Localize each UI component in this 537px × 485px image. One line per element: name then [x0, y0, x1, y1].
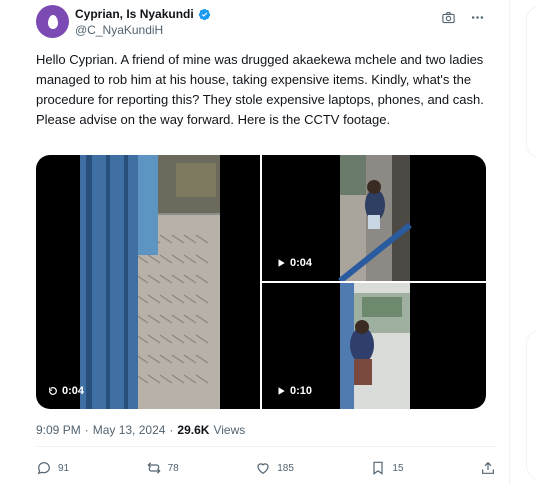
verified-badge-icon [198, 8, 210, 20]
video-2-duration-badge: 0:04 [276, 257, 312, 269]
views-count: 29.6K [177, 423, 210, 437]
heart-icon [257, 463, 269, 475]
play-icon [278, 387, 285, 395]
meta-separator: · [84, 423, 89, 437]
video-1-thumbnail [80, 155, 220, 409]
action-bar: 91 78 185 15 [36, 460, 496, 476]
rail-card-bottom [526, 330, 537, 480]
divider [36, 446, 496, 447]
video-3-duration-badge: 0:10 [276, 385, 312, 397]
avatar-drop-icon [47, 14, 58, 29]
tweet-card: Cyprian, Is Nyakundi @C_NyaKundiH Hello … [0, 0, 510, 485]
author-name-row: Cyprian, Is Nyakundi [75, 7, 211, 21]
tweet-date[interactable]: May 13, 2024 [93, 423, 166, 437]
author-display-name[interactable]: Cyprian, Is Nyakundi [75, 7, 194, 21]
views-label: Views [213, 423, 246, 437]
meta-separator-2: · [169, 423, 174, 437]
header-actions [441, 10, 485, 25]
like-button[interactable]: 185 [255, 460, 294, 476]
video-2-duration: 0:04 [290, 257, 313, 269]
reply-count: 91 [58, 462, 70, 474]
tweet-meta: 9:09 PM · May 13, 2024 · 29.6K Views [36, 423, 245, 437]
more-options-icon[interactable] [470, 10, 485, 25]
repost-button[interactable]: 78 [146, 460, 179, 476]
avatar[interactable] [36, 5, 69, 38]
right-rail [520, 0, 537, 485]
video-3-duration: 0:10 [290, 385, 313, 397]
play-icon [278, 259, 285, 267]
repost-count: 78 [167, 462, 179, 474]
bookmark-count: 15 [392, 462, 404, 474]
tweet-text: Hello Cyprian. A friend of mine was drug… [36, 52, 484, 127]
share-button[interactable] [480, 460, 496, 476]
replay-icon [49, 387, 57, 395]
like-count: 185 [277, 462, 294, 474]
share-icon [482, 461, 494, 474]
camera-icon[interactable] [441, 10, 456, 25]
reply-icon [37, 462, 50, 475]
video-1[interactable]: 0:04 [36, 155, 260, 409]
reply-button[interactable]: 91 [36, 460, 69, 476]
repost-icon [147, 462, 161, 474]
video-1-duration-badge: 0:04 [48, 385, 84, 397]
video-2[interactable]: 0:04 [262, 155, 486, 284]
video-1-duration: 0:04 [62, 385, 85, 397]
bookmark-button[interactable]: 15 [370, 460, 404, 476]
tweet-time[interactable]: 9:09 PM [36, 423, 81, 437]
bookmark-icon [373, 461, 383, 475]
author-handle[interactable]: @C_NyaKundiH [75, 23, 163, 37]
rail-card-top [526, 6, 537, 158]
media-grid: 0:04 0:04 0:10 [36, 155, 486, 409]
video-3[interactable]: 0:10 [262, 283, 486, 409]
